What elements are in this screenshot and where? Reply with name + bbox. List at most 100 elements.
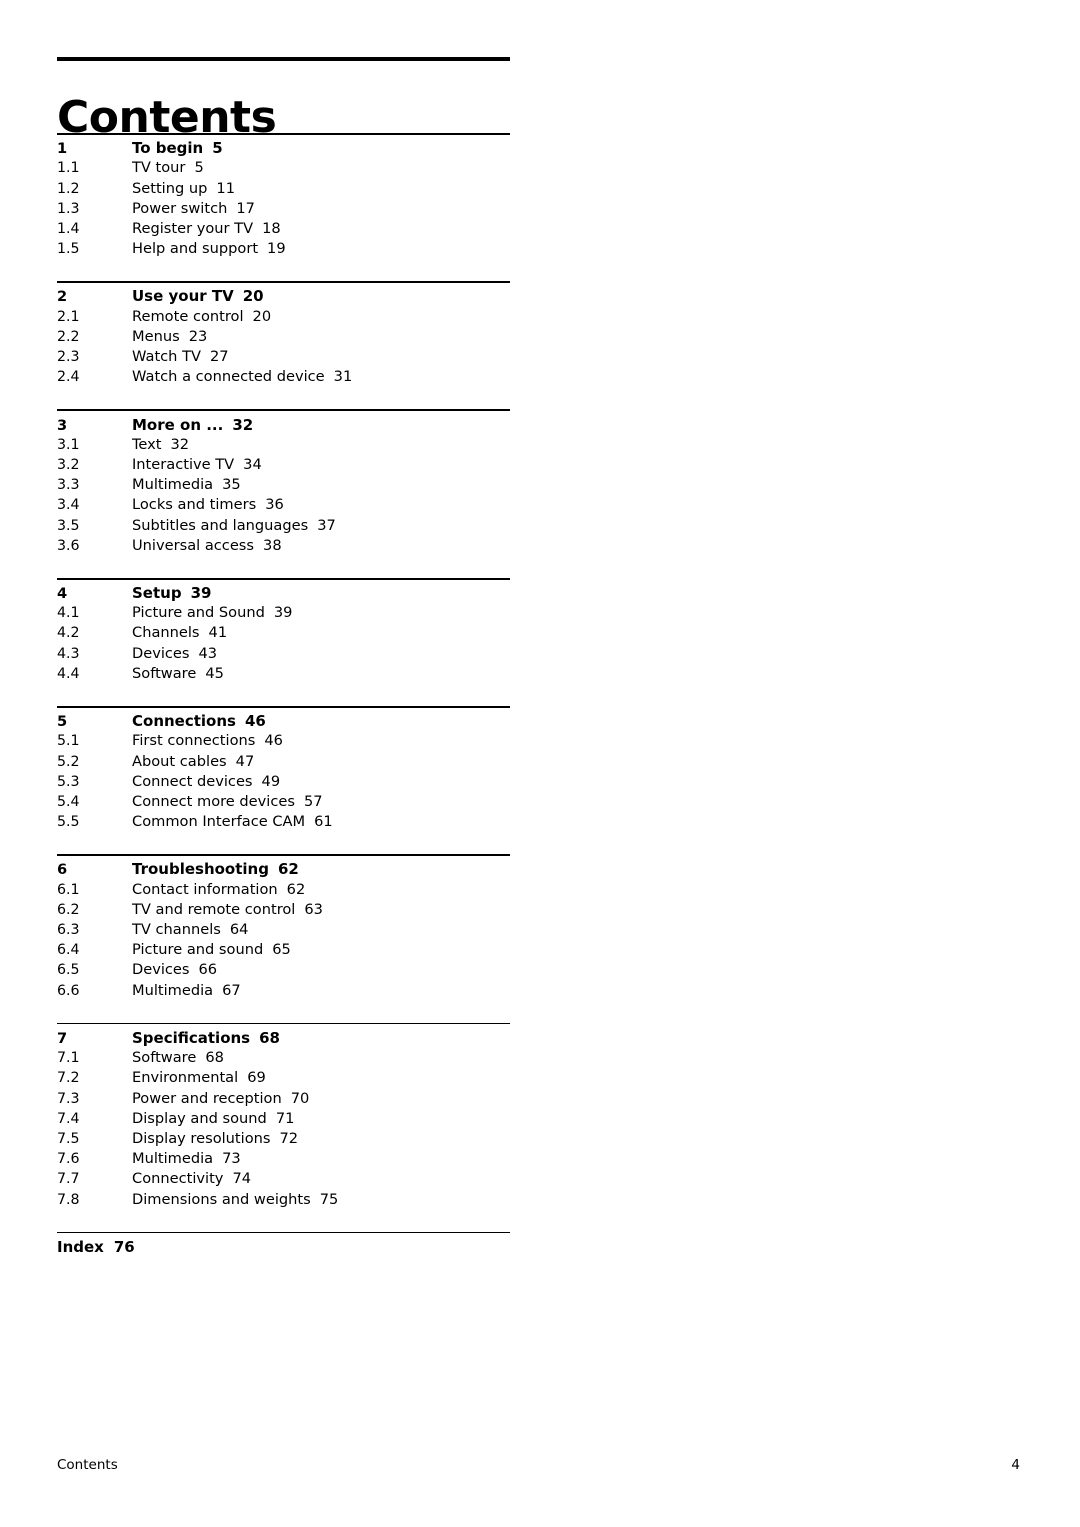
entry-title: TV channels 64: [132, 920, 510, 939]
entry-page-number: 32: [170, 435, 190, 453]
chapter-number: 7: [57, 1029, 68, 1047]
toc-entry-row[interactable]: 6.2 TV and remote control 63: [57, 900, 510, 920]
toc-entry-row[interactable]: 4.1 Picture and Sound 39: [57, 603, 510, 623]
chapter-page-number: 62: [277, 860, 299, 879]
toc-entry-row[interactable]: 1.1 TV tour 5: [57, 158, 510, 178]
entry-number: 6.6: [57, 982, 80, 999]
toc-entry-row[interactable]: 7.2 Environmental 69: [57, 1068, 510, 1088]
toc-chapter-row[interactable]: 1 To begin 5: [57, 135, 510, 159]
entry-page-number: 47: [235, 752, 255, 770]
toc-entry-row[interactable]: 5.4 Connect more devices 57: [57, 792, 510, 812]
entry-page-number: 49: [261, 772, 281, 790]
entry-number: 5.1: [57, 733, 80, 750]
toc-entry-row[interactable]: 5.5 Common Interface CAM 61: [57, 812, 510, 832]
toc-entry-row[interactable]: 4.3 Devices 43: [57, 644, 510, 664]
entry-number: 7.4: [57, 1110, 80, 1127]
entry-title: Text 32: [132, 435, 510, 454]
entry-page-number: 67: [222, 981, 241, 999]
entry-title: Help and support 19: [132, 239, 510, 258]
chapter-title: Connections 46: [132, 712, 510, 731]
entry-title: Picture and Sound 39: [132, 603, 510, 622]
chapter-spacer: [57, 259, 510, 281]
chapter-title: Specifications 68: [132, 1029, 510, 1048]
entry-title: Devices 43: [132, 644, 510, 663]
toc-chapter: 1 To begin 5 1.1 TV tour 5 1.2 Setting up 11 1.3 P…: [57, 133, 510, 281]
toc-entry-row[interactable]: 2.4 Watch a connected device 31: [57, 367, 510, 387]
entry-number: 4.4: [57, 665, 80, 682]
toc-entry-row[interactable]: 5.1 First connections 46: [57, 731, 510, 751]
entry-page-number: 11: [216, 179, 235, 197]
entry-page-number: 70: [290, 1089, 310, 1107]
chapter-number: 5: [57, 713, 68, 731]
entry-page-number: 74: [232, 1170, 252, 1188]
entry-number: 7.6: [57, 1151, 80, 1168]
chapter-title-text: More on ...: [132, 415, 224, 434]
entry-number: 4.3: [57, 645, 80, 662]
toc-entry-row[interactable]: 3.6 Universal access 38: [57, 536, 510, 556]
chapter-title: Troubleshooting 62: [132, 860, 510, 879]
toc-entry-row[interactable]: 7.4 Display and sound 71: [57, 1109, 510, 1129]
toc-entry-row[interactable]: 7.3 Power and reception 70: [57, 1089, 510, 1109]
entry-number: 7.5: [57, 1130, 80, 1147]
entry-title: Common Interface CAM 61: [132, 812, 510, 831]
toc-chapter: 4 Setup 39 4.1 Picture and Sound 39 4.2 Channel…: [57, 577, 510, 706]
toc-entry-row[interactable]: 7.5 Display resolutions 72: [57, 1129, 510, 1149]
entry-number: 5.4: [57, 793, 80, 810]
toc-entry-row[interactable]: 2.1 Remote control 20: [57, 307, 510, 327]
entry-title: Setting up 11: [132, 179, 510, 198]
entry-title-text: Connect devices: [132, 772, 253, 790]
entry-title-text: First connections: [132, 732, 256, 750]
chapter-spacer: [57, 1210, 510, 1232]
toc-entry-row[interactable]: 7.7 Connectivity 74: [57, 1169, 510, 1189]
toc-chapter-row[interactable]: 6 Troubleshooting 62: [57, 856, 510, 880]
toc-chapter-row[interactable]: 2 Use your TV 20: [57, 283, 510, 307]
entry-number: 5.2: [57, 753, 80, 770]
toc-entry-row[interactable]: 3.3 Multimedia 35: [57, 475, 510, 495]
entry-title-text: Multimedia: [132, 476, 214, 494]
toc-entry-row[interactable]: 3.1 Text 32: [57, 435, 510, 455]
toc-entry-row[interactable]: 3.2 Interactive TV 34: [57, 455, 510, 475]
entry-title-text: Multimedia: [132, 981, 214, 999]
toc-entry-row[interactable]: 6.1 Contact information 62: [57, 880, 510, 900]
chapter-title-text: Connections: [132, 712, 236, 731]
toc-entry-row[interactable]: 1.4 Register your TV 18: [57, 219, 510, 239]
entry-title-text: Menus: [132, 327, 180, 345]
entry-title: About cables 47: [132, 752, 510, 771]
entry-page-number: 23: [188, 327, 208, 345]
toc-entry-row[interactable]: 7.1 Software 68: [57, 1048, 510, 1068]
toc-entry-row[interactable]: 1.5 Help and support 19: [57, 239, 510, 259]
entry-page-number: 39: [273, 604, 293, 622]
toc-entry-row[interactable]: 4.4 Software 45: [57, 664, 510, 684]
toc-chapter-row[interactable]: 4 Setup 39: [57, 580, 510, 604]
entry-number: 4.1: [57, 605, 80, 622]
chapter-title-text: Setup: [132, 584, 182, 603]
toc-chapter-row[interactable]: 7 Specifications 68: [57, 1024, 510, 1048]
toc-entry-row[interactable]: 7.6 Multimedia 73: [57, 1149, 510, 1169]
entry-number: 5.5: [57, 814, 80, 831]
toc-entry-row[interactable]: 1.2 Setting up 11: [57, 179, 510, 199]
toc-entry-row[interactable]: 5.3 Connect devices 49: [57, 772, 510, 792]
entry-title: Dimensions and weights 75: [132, 1190, 510, 1209]
toc-chapter-row[interactable]: 3 More on ... 32: [57, 411, 510, 435]
toc-chapter: 3 More on ... 32 3.1 Text 32 3.2 Interactive TV…: [57, 409, 510, 578]
entry-page-number: 75: [319, 1190, 339, 1208]
toc-index-row[interactable]: Index 76: [57, 1233, 510, 1257]
toc-entry-row[interactable]: 5.2 About cables 47: [57, 752, 510, 772]
toc-chapter-row[interactable]: 5 Connections 46: [57, 708, 510, 732]
toc-entry-row[interactable]: 6.5 Devices 66: [57, 960, 510, 980]
toc-entry-row[interactable]: 6.6 Multimedia 67: [57, 981, 510, 1001]
chapter-number: 1: [57, 140, 68, 158]
toc-entry-row[interactable]: 6.3 TV channels 64: [57, 920, 510, 940]
entry-title: Watch a connected device 31: [132, 367, 510, 386]
toc-entry-row[interactable]: 2.3 Watch TV 27: [57, 347, 510, 367]
toc-entry-row[interactable]: 4.2 Channels 41: [57, 623, 510, 643]
toc-entry-row[interactable]: 2.2 Menus 23: [57, 327, 510, 347]
toc-entry-row[interactable]: 6.4 Picture and sound 65: [57, 940, 510, 960]
entry-page-number: 17: [236, 199, 255, 217]
chapter-title-text: Use your TV: [132, 287, 234, 306]
toc-entry-row[interactable]: 3.4 Locks and timers 36: [57, 495, 510, 515]
toc-entry-row[interactable]: 3.5 Subtitles and languages 37: [57, 516, 510, 536]
toc-entry-row[interactable]: 1.3 Power switch 17: [57, 199, 510, 219]
toc-entry-row[interactable]: 7.8 Dimensions and weights 75: [57, 1190, 510, 1210]
entry-page-number: 73: [222, 1150, 241, 1168]
